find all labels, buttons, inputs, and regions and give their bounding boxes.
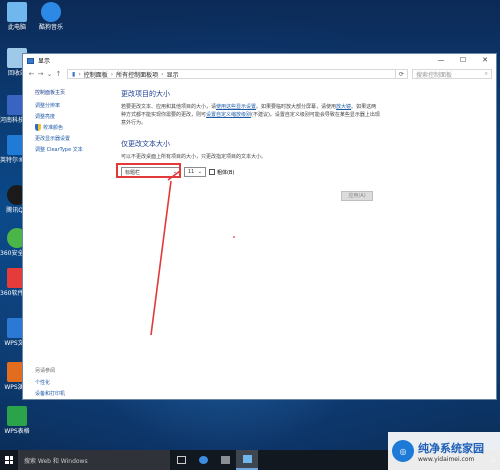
arrow-line — [150, 180, 172, 336]
control-panel-icon — [242, 455, 252, 463]
taskbar-search[interactable]: 搜索 Web 和 Windows — [18, 450, 170, 470]
browser-icon — [198, 456, 208, 464]
annotation-arrow — [150, 170, 235, 336]
taskbar-app-store[interactable] — [214, 450, 236, 470]
taskbar-app-browser[interactable] — [192, 450, 214, 470]
task-view-icon — [176, 456, 186, 464]
watermark-title: 纯净系统家园 — [418, 441, 484, 455]
start-button[interactable] — [0, 450, 18, 470]
taskbar-app-control-panel[interactable] — [236, 450, 258, 470]
taskbar-search-text: 搜索 Web 和 Windows — [24, 457, 88, 465]
watermark-logo-icon: ◎ — [392, 440, 414, 462]
red-dot — [233, 236, 235, 238]
arrow-head — [167, 170, 181, 181]
watermark: ◎ 纯净系统家园 www.yidaimei.com — [388, 432, 500, 470]
windows-logo-icon — [5, 456, 13, 464]
task-view-button[interactable] — [170, 450, 192, 470]
watermark-url: www.yidaimei.com — [418, 455, 475, 463]
store-icon — [220, 456, 230, 464]
